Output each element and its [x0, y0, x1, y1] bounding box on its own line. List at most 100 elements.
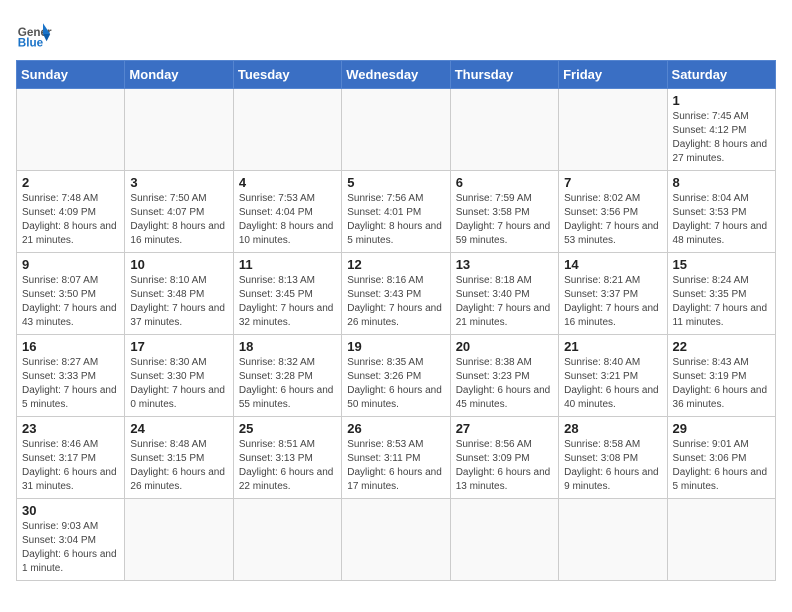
day-number: 5: [347, 175, 444, 190]
day-number: 10: [130, 257, 227, 272]
day-number: 16: [22, 339, 119, 354]
day-number: 22: [673, 339, 770, 354]
day-number: 30: [22, 503, 119, 518]
calendar-week-row: 9Sunrise: 8:07 AM Sunset: 3:50 PM Daylig…: [17, 253, 776, 335]
day-number: 3: [130, 175, 227, 190]
day-number: 28: [564, 421, 661, 436]
calendar-cell: [233, 499, 341, 581]
calendar-cell: [233, 89, 341, 171]
day-number: 23: [22, 421, 119, 436]
calendar-cell: [667, 499, 775, 581]
day-number: 15: [673, 257, 770, 272]
calendar-cell: 3 Sunrise: 7:50 AM Sunset: 4:07 PM Daylig…: [125, 171, 233, 253]
calendar-cell: 29 Sunrise: 9:01 AM Sunset: 3:06 PM Dayli…: [667, 417, 775, 499]
calendar-cell: 15 Sunrise: 8:24 AM Sunset: 3:35 PM Dayli…: [667, 253, 775, 335]
calendar-cell: 26 Sunrise: 8:53 AM Sunset: 3:11 PM Dayli…: [342, 417, 450, 499]
calendar-cell: 8Sunrise: 8:04 AM Sunset: 3:53 PM Daylig…: [667, 171, 775, 253]
calendar-cell: 25 Sunrise: 8:51 AM Sunset: 3:13 PM Dayli…: [233, 417, 341, 499]
calendar-cell: [559, 89, 667, 171]
calendar-cell: 12Sunrise: 8:16 AM Sunset: 3:43 PM Dayli…: [342, 253, 450, 335]
calendar-header-row: SundayMondayTuesdayWednesdayThursdayFrid…: [17, 61, 776, 89]
calendar-cell: 17 Sunrise: 8:30 AM Sunset: 3:30 PM Dayli…: [125, 335, 233, 417]
calendar-cell: 9Sunrise: 8:07 AM Sunset: 3:50 PM Daylig…: [17, 253, 125, 335]
day-info: Sunrise: 8:46 AM Sunset: 3:17 PM Dayligh…: [22, 438, 119, 494]
day-number: 24: [130, 421, 227, 436]
day-number: 29: [673, 421, 770, 436]
calendar-header-sunday: Sunday: [17, 61, 125, 89]
calendar-header-thursday: Thursday: [450, 61, 558, 89]
calendar-cell: [125, 89, 233, 171]
day-info: Sunrise: 7:56 AM Sunset: 4:01 PM Dayligh…: [347, 192, 444, 248]
day-number: 2: [22, 175, 119, 190]
day-info: Sunrise: 8:10 AM Sunset: 3:48 PM Dayligh…: [130, 274, 227, 330]
calendar-cell: [17, 89, 125, 171]
calendar-week-row: 16Sunrise: 8:27 AM Sunset: 3:33 PM Dayli…: [17, 335, 776, 417]
calendar-header-wednesday: Wednesday: [342, 61, 450, 89]
calendar-cell: 4Sunrise: 7:53 AM Sunset: 4:04 PM Daylig…: [233, 171, 341, 253]
day-info: Sunrise: 8:24 AM Sunset: 3:35 PM Dayligh…: [673, 274, 770, 330]
day-info: Sunrise: 8:53 AM Sunset: 3:11 PM Dayligh…: [347, 438, 444, 494]
day-number: 20: [456, 339, 553, 354]
day-number: 4: [239, 175, 336, 190]
day-info: Sunrise: 8:18 AM Sunset: 3:40 PM Dayligh…: [456, 274, 553, 330]
calendar-week-row: 30 Sunrise: 9:03 AM Sunset: 3:04 PM Dayli…: [17, 499, 776, 581]
calendar-cell: [559, 499, 667, 581]
calendar-cell: 11 Sunrise: 8:13 AM Sunset: 3:45 PM Dayli…: [233, 253, 341, 335]
day-number: 19: [347, 339, 444, 354]
day-number: 18: [239, 339, 336, 354]
calendar-cell: [125, 499, 233, 581]
logo: General Blue: [16, 16, 52, 52]
day-info: Sunrise: 8:40 AM Sunset: 3:21 PM Dayligh…: [564, 356, 661, 412]
day-info: Sunrise: 8:38 AM Sunset: 3:23 PM Dayligh…: [456, 356, 553, 412]
calendar-cell: [450, 89, 558, 171]
calendar-cell: 21 Sunrise: 8:40 AM Sunset: 3:21 PM Dayli…: [559, 335, 667, 417]
day-info: Sunrise: 8:04 AM Sunset: 3:53 PM Dayligh…: [673, 192, 770, 248]
day-number: 25: [239, 421, 336, 436]
calendar-header-tuesday: Tuesday: [233, 61, 341, 89]
calendar-cell: [450, 499, 558, 581]
calendar-header-saturday: Saturday: [667, 61, 775, 89]
calendar-cell: 23 Sunrise: 8:46 AM Sunset: 3:17 PM Dayli…: [17, 417, 125, 499]
day-info: Sunrise: 7:48 AM Sunset: 4:09 PM Dayligh…: [22, 192, 119, 248]
calendar-cell: 1Sunrise: 7:45 AM Sunset: 4:12 PM Daylig…: [667, 89, 775, 171]
day-info: Sunrise: 8:58 AM Sunset: 3:08 PM Dayligh…: [564, 438, 661, 494]
day-info: Sunrise: 9:03 AM Sunset: 3:04 PM Dayligh…: [22, 520, 119, 576]
day-info: Sunrise: 9:01 AM Sunset: 3:06 PM Dayligh…: [673, 438, 770, 494]
calendar-cell: 6Sunrise: 7:59 AM Sunset: 3:58 PM Daylig…: [450, 171, 558, 253]
svg-text:Blue: Blue: [18, 37, 44, 50]
calendar-cell: [342, 89, 450, 171]
day-info: Sunrise: 8:56 AM Sunset: 3:09 PM Dayligh…: [456, 438, 553, 494]
day-info: Sunrise: 8:32 AM Sunset: 3:28 PM Dayligh…: [239, 356, 336, 412]
day-info: Sunrise: 8:43 AM Sunset: 3:19 PM Dayligh…: [673, 356, 770, 412]
calendar-cell: 24Sunrise: 8:48 AM Sunset: 3:15 PM Dayli…: [125, 417, 233, 499]
day-number: 9: [22, 257, 119, 272]
day-number: 26: [347, 421, 444, 436]
day-info: Sunrise: 8:13 AM Sunset: 3:45 PM Dayligh…: [239, 274, 336, 330]
calendar-cell: 18 Sunrise: 8:32 AM Sunset: 3:28 PM Dayli…: [233, 335, 341, 417]
calendar-cell: 16Sunrise: 8:27 AM Sunset: 3:33 PM Dayli…: [17, 335, 125, 417]
day-number: 11: [239, 257, 336, 272]
calendar-cell: 30 Sunrise: 9:03 AM Sunset: 3:04 PM Dayli…: [17, 499, 125, 581]
calendar-cell: 2 Sunrise: 7:48 AM Sunset: 4:09 PM Daylig…: [17, 171, 125, 253]
day-info: Sunrise: 8:16 AM Sunset: 3:43 PM Dayligh…: [347, 274, 444, 330]
day-number: 17: [130, 339, 227, 354]
page-header: General Blue: [16, 16, 776, 52]
calendar-cell: 10 Sunrise: 8:10 AM Sunset: 3:48 PM Dayli…: [125, 253, 233, 335]
day-info: Sunrise: 8:21 AM Sunset: 3:37 PM Dayligh…: [564, 274, 661, 330]
calendar-week-row: 1Sunrise: 7:45 AM Sunset: 4:12 PM Daylig…: [17, 89, 776, 171]
calendar-week-row: 23 Sunrise: 8:46 AM Sunset: 3:17 PM Dayli…: [17, 417, 776, 499]
calendar-cell: 27Sunrise: 8:56 AM Sunset: 3:09 PM Dayli…: [450, 417, 558, 499]
day-info: Sunrise: 8:51 AM Sunset: 3:13 PM Dayligh…: [239, 438, 336, 494]
day-info: Sunrise: 7:59 AM Sunset: 3:58 PM Dayligh…: [456, 192, 553, 248]
day-number: 21: [564, 339, 661, 354]
calendar-cell: [342, 499, 450, 581]
calendar-cell: 5 Sunrise: 7:56 AM Sunset: 4:01 PM Daylig…: [342, 171, 450, 253]
calendar-cell: 14Sunrise: 8:21 AM Sunset: 3:37 PM Dayli…: [559, 253, 667, 335]
day-number: 13: [456, 257, 553, 272]
calendar: SundayMondayTuesdayWednesdayThursdayFrid…: [16, 60, 776, 581]
day-info: Sunrise: 8:30 AM Sunset: 3:30 PM Dayligh…: [130, 356, 227, 412]
calendar-cell: 28 Sunrise: 8:58 AM Sunset: 3:08 PM Dayli…: [559, 417, 667, 499]
day-info: Sunrise: 7:50 AM Sunset: 4:07 PM Dayligh…: [130, 192, 227, 248]
calendar-cell: 19Sunrise: 8:35 AM Sunset: 3:26 PM Dayli…: [342, 335, 450, 417]
calendar-cell: 22 Sunrise: 8:43 AM Sunset: 3:19 PM Dayli…: [667, 335, 775, 417]
